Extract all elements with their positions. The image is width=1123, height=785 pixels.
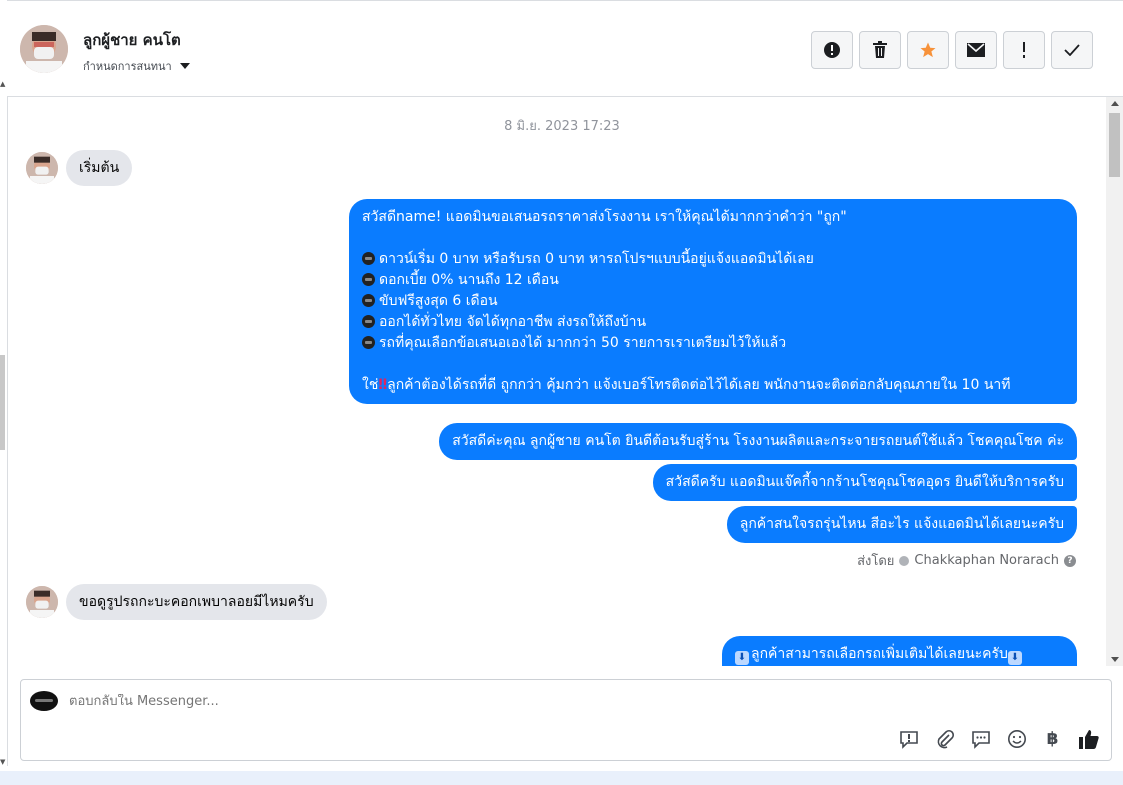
saved-reply-button[interactable] xyxy=(896,726,921,751)
message-line xyxy=(362,354,1064,375)
caret-down-icon xyxy=(179,63,190,69)
follow-up-button[interactable] xyxy=(1003,31,1045,69)
down-arrow-icon: ⬇ xyxy=(1007,651,1022,665)
outgoing-message[interactable]: สวัสดีค่ะคุณ ลูกผู้ชาย คนโต ยินดีต้อนรับ… xyxy=(439,423,1077,460)
down-arrow-icon: ⬇ xyxy=(735,651,749,665)
thread-timestamp: 8 มิ.ย. 2023 17:23 xyxy=(504,119,620,134)
message-line xyxy=(362,228,1064,249)
incoming-message-row: เริ่มต้น xyxy=(26,150,133,186)
outgoing-message[interactable]: สวัสดีname! แอดมินขอเสนอรถราคาส่งโรงงาน … xyxy=(349,199,1077,404)
conversation-menu-label: กำหนดการสนทนา xyxy=(83,60,172,73)
envelope-icon xyxy=(967,43,985,57)
left-scroll-up-icon[interactable]: ▲ xyxy=(0,80,5,88)
inbox-app: ▲ ▼ ลูกผู้ชาย คนโต กำหนดการสนทนา 8 มิ.ย.… xyxy=(0,0,1123,785)
car-icon xyxy=(362,336,375,349)
payment-button[interactable]: ฿ xyxy=(1040,726,1065,751)
incoming-message-row: ขอดูรูปรถกะบะคอกเพบาลอยมีไหมครับ xyxy=(26,584,327,620)
baht-icon: ฿ xyxy=(1046,728,1059,749)
mark-spam-button[interactable] xyxy=(811,31,853,69)
car-icon xyxy=(362,294,375,307)
sent-by-label: ส่งโดย xyxy=(857,554,895,569)
attach-button[interactable] xyxy=(932,726,957,751)
exclamation-circle-icon xyxy=(824,42,840,58)
mark-done-button[interactable] xyxy=(1051,31,1093,69)
help-icon[interactable]: ? xyxy=(1064,554,1076,567)
outgoing-message[interactable]: ลูกค้าสนใจรถรุ่นไหน สีอะไร แจ้งแอดมินได้… xyxy=(726,506,1077,543)
car-icon xyxy=(362,273,375,286)
outgoing-message[interactable]: ⬇ ลูกค้าสามารถเลือกรถเพิ่มเติมได้เลยนะครั… xyxy=(722,636,1077,666)
incoming-message[interactable]: เริ่มต้น xyxy=(66,150,133,186)
paperclip-icon xyxy=(937,729,954,748)
chat-bubbles-icon xyxy=(971,730,990,749)
trash-icon xyxy=(873,41,887,58)
emoji-button[interactable] xyxy=(1004,726,1029,751)
exclamation-icon xyxy=(1023,42,1025,58)
message-composer: ฿ xyxy=(20,679,1112,761)
scroll-down-icon[interactable] xyxy=(1111,657,1119,662)
conversation-header: ลูกผู้ชาย คนโต กำหนดการสนทนา xyxy=(7,0,1123,97)
outgoing-message[interactable]: สวัสดีครับ แอดมินแจ๊คกี้จากร้านโชคุณโชคอ… xyxy=(652,464,1077,501)
bottom-strip xyxy=(0,771,1123,785)
contact-avatar-small xyxy=(26,586,58,618)
left-panel-scroll-thumb[interactable] xyxy=(0,355,5,450)
contact-name[interactable]: ลูกผู้ชาย คนโต xyxy=(83,28,181,52)
incoming-message[interactable]: ขอดูรูปรถกะบะคอกเพบาลอยมีไหมครับ xyxy=(66,584,327,620)
contact-avatar-small xyxy=(26,152,58,184)
message-text: ลูกค้าสามารถเลือกรถเพิ่มเติมได้เลยนะครับ xyxy=(751,646,1008,662)
star-button[interactable] xyxy=(907,31,949,69)
message-line: รถที่คุณเลือกข้อเสนอเองได้ มากกว่า 50 รา… xyxy=(362,333,1064,354)
thread-scrollbar[interactable] xyxy=(1106,97,1123,666)
car-icon xyxy=(362,315,375,328)
message-thread[interactable]: 8 มิ.ย. 2023 17:23 เริ่มต้น สวัสดีname! … xyxy=(8,97,1106,666)
check-icon xyxy=(1064,44,1080,56)
double-exclamation-icon: ‼ xyxy=(378,377,388,393)
message-line: ขับฟรีสูงสุด 6 เดือน xyxy=(362,291,1064,312)
smiley-icon xyxy=(1007,729,1026,748)
scroll-thumb[interactable] xyxy=(1109,113,1120,177)
delete-button[interactable] xyxy=(859,31,901,69)
quick-replies-button[interactable] xyxy=(968,726,993,751)
mark-unread-button[interactable] xyxy=(955,31,997,69)
scroll-up-icon[interactable] xyxy=(1111,101,1119,106)
left-scroll-down-icon[interactable]: ▼ xyxy=(0,758,5,766)
message-line: สวัสดีname! แอดมินขอเสนอรถราคาส่งโรงงาน … xyxy=(362,209,847,225)
thumbs-up-icon xyxy=(1078,729,1099,749)
saved-reply-icon xyxy=(899,730,918,749)
message-line: ดาวน์เริ่ม 0 บาท หรือรับรถ 0 บาท หารถโปร… xyxy=(362,249,1064,270)
reply-input[interactable] xyxy=(69,694,669,709)
conversation-menu[interactable]: กำหนดการสนทนา xyxy=(83,57,190,75)
car-icon xyxy=(362,252,375,265)
star-icon xyxy=(920,42,936,58)
sent-by-name[interactable]: Chakkaphan Norarach xyxy=(914,553,1059,568)
conversation-toolbar xyxy=(811,31,1093,69)
like-button[interactable] xyxy=(1076,726,1101,751)
message-line: ดอกเบี้ย 0% นานถึง 12 เดือน xyxy=(362,270,1064,291)
message-line: ออกได้ทั่วไทย จัดได้ทุกอาชีพ ส่งรถให้ถึง… xyxy=(362,312,1064,333)
message-line: ใช่‼ลูกค้าต้องได้รถที่ดี ถูกกว่า คุ้มกว่… xyxy=(362,377,1011,393)
composer-tools: ฿ xyxy=(896,726,1101,751)
contact-avatar[interactable] xyxy=(20,25,68,73)
page-avatar xyxy=(30,691,58,711)
sent-by: ส่งโดย Chakkaphan Norarach ? xyxy=(857,550,1076,571)
verified-icon xyxy=(899,555,910,566)
